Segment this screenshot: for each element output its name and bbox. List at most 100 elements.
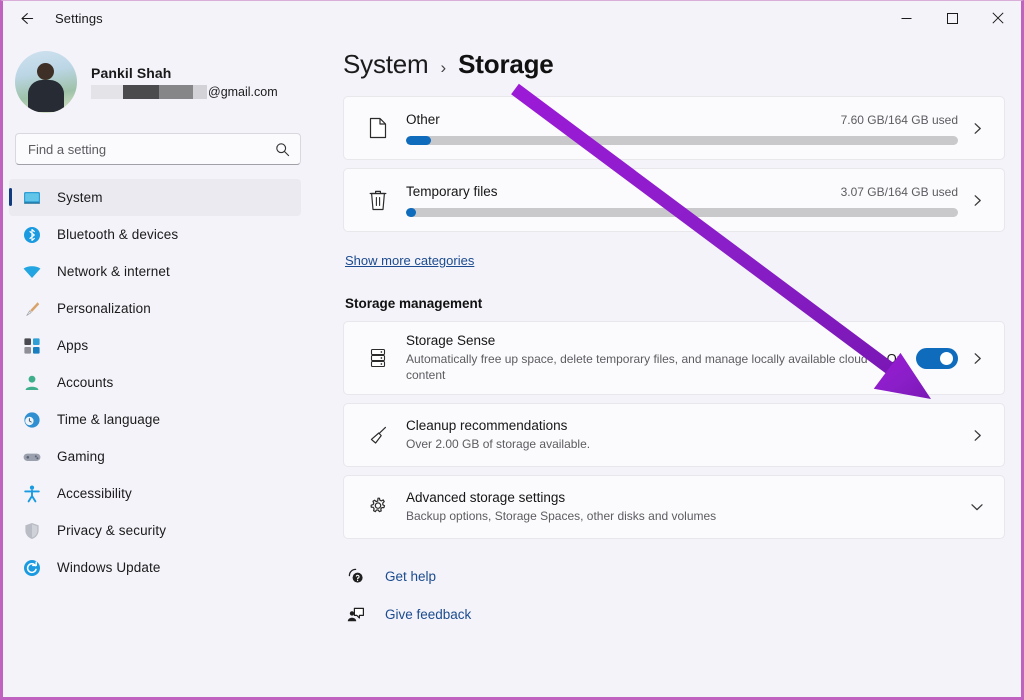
bluetooth-icon xyxy=(21,224,43,246)
sidebar-item-system[interactable]: System xyxy=(9,179,301,216)
sidebar: Pankil Shah @gmail.com Find a setting Sy… xyxy=(3,35,323,697)
apps-icon xyxy=(21,335,43,357)
storage-sense-title: Storage Sense xyxy=(406,333,496,348)
shield-icon xyxy=(21,520,43,542)
monitor-icon xyxy=(21,187,43,209)
storage-usage-bar-fill xyxy=(406,207,417,217)
sidebar-item-label: Bluetooth & devices xyxy=(57,227,179,242)
close-icon xyxy=(992,12,1004,24)
avatar xyxy=(15,51,77,113)
maximize-button[interactable] xyxy=(929,1,975,35)
chevron-right-icon[interactable] xyxy=(964,352,990,365)
sidebar-item-label: Time & language xyxy=(57,412,161,427)
storage-category-temporary-files[interactable]: Temporary files 3.07 GB/164 GB used xyxy=(343,168,1005,232)
sidebar-item-personalization[interactable]: Personalization xyxy=(9,290,301,327)
search-input[interactable] xyxy=(28,141,275,157)
settings-window: Settings Pankil Shah @gmail.com Find a s… xyxy=(0,0,1024,700)
get-help-link[interactable]: Get help xyxy=(343,561,1005,591)
sidebar-item-gaming[interactable]: Gaming xyxy=(9,438,301,475)
drive-stack-icon xyxy=(360,345,396,371)
get-help-label: Get help xyxy=(385,568,437,584)
sidebar-item-label: Gaming xyxy=(57,449,105,464)
sidebar-item-apps[interactable]: Apps xyxy=(9,327,301,364)
chevron-right-icon[interactable] xyxy=(964,194,990,207)
email-redaction-block xyxy=(159,84,193,99)
account-text: Pankil Shah @gmail.com xyxy=(91,65,278,99)
gamepad-icon xyxy=(21,446,43,468)
breadcrumb-parent[interactable]: System xyxy=(343,49,429,80)
storage-category-other[interactable]: Other 7.60 GB/164 GB used xyxy=(343,96,1005,160)
account-block[interactable]: Pankil Shah @gmail.com xyxy=(3,35,323,123)
storage-usage-bar xyxy=(406,135,958,145)
sidebar-item-label: Windows Update xyxy=(57,560,161,575)
storage-sense-card[interactable]: Storage Sense Automatically free up spac… xyxy=(343,321,1005,395)
sidebar-nav: System Bluetooth & devices Network & int… xyxy=(3,179,323,586)
chevron-down-icon[interactable] xyxy=(964,500,990,514)
wifi-icon xyxy=(21,261,43,283)
storage-category-body: Temporary files 3.07 GB/164 GB used xyxy=(406,184,958,217)
give-feedback-link[interactable]: Give feedback xyxy=(343,599,1005,629)
storage-sense-description: Automatically free up space, delete temp… xyxy=(406,352,868,382)
sidebar-item-accounts[interactable]: Accounts xyxy=(9,364,301,401)
main-content: System › Storage Other 7.60 GB/164 GB us… xyxy=(323,35,1021,697)
paintbrush-icon xyxy=(21,298,43,320)
storage-sense-body: Storage Sense Automatically free up spac… xyxy=(406,333,877,383)
sidebar-item-privacy-security[interactable]: Privacy & security xyxy=(9,512,301,549)
advanced-storage-settings-card[interactable]: Advanced storage settings Backup options… xyxy=(343,475,1005,539)
storage-usage-bar xyxy=(406,207,958,217)
person-icon xyxy=(21,372,43,394)
breadcrumb: System › Storage xyxy=(343,35,1005,96)
close-button[interactable] xyxy=(975,1,1021,35)
search-box[interactable] xyxy=(15,133,301,165)
chevron-right-icon[interactable] xyxy=(964,429,990,442)
chevron-right-icon[interactable] xyxy=(964,122,990,135)
back-arrow-icon xyxy=(20,12,33,24)
toggle-knob xyxy=(940,351,953,365)
help-icon xyxy=(343,566,369,586)
page-copy-icon xyxy=(360,115,396,141)
account-email-domain: @gmail.com xyxy=(208,84,278,99)
sidebar-item-windows-update[interactable]: Windows Update xyxy=(9,549,301,586)
trash-icon xyxy=(360,187,396,213)
minimize-button[interactable] xyxy=(883,1,929,35)
bottom-links: Get help Give feedback xyxy=(343,561,1005,629)
sidebar-item-label: Personalization xyxy=(57,301,151,316)
cleanup-recommendations-description: Over 2.00 GB of storage available. xyxy=(406,437,591,451)
storage-category-amount: 3.07 GB/164 GB used xyxy=(840,184,958,199)
window-controls xyxy=(883,1,1021,35)
cleanup-recommendations-body: Cleanup recommendations Over 2.00 GB of … xyxy=(406,418,954,452)
maximize-icon xyxy=(946,12,958,24)
account-email: @gmail.com xyxy=(91,84,278,99)
storage-category-label: Temporary files xyxy=(406,183,498,199)
back-button[interactable] xyxy=(9,3,43,33)
advanced-storage-settings-body: Advanced storage settings Backup options… xyxy=(406,490,954,524)
cleanup-recommendations-card[interactable]: Cleanup recommendations Over 2.00 GB of … xyxy=(343,403,1005,467)
storage-category-label: Other xyxy=(406,111,440,127)
storage-sense-toggle[interactable] xyxy=(916,347,958,369)
show-more-categories-link[interactable]: Show more categories xyxy=(345,253,474,268)
accessibility-icon xyxy=(21,483,43,505)
breadcrumb-separator: › xyxy=(440,58,447,77)
storage-sense-toggle-state: On xyxy=(886,350,904,366)
sidebar-item-label: Network & internet xyxy=(57,264,170,279)
email-redaction-block xyxy=(193,84,207,99)
page-title: Storage xyxy=(458,49,554,79)
feedback-icon xyxy=(343,604,369,624)
sidebar-item-bluetooth-devices[interactable]: Bluetooth & devices xyxy=(9,216,301,253)
storage-category-amount: 7.60 GB/164 GB used xyxy=(840,112,958,127)
sidebar-item-time-language[interactable]: Time & language xyxy=(9,401,301,438)
sidebar-item-label: Accessibility xyxy=(57,486,132,501)
sidebar-item-accessibility[interactable]: Accessibility xyxy=(9,475,301,512)
storage-category-top: Temporary files 3.07 GB/164 GB used xyxy=(406,184,958,199)
section-title-storage-management: Storage management xyxy=(345,296,483,311)
email-redaction-block xyxy=(123,84,159,99)
sidebar-item-network-internet[interactable]: Network & internet xyxy=(9,253,301,290)
advanced-storage-settings-description: Backup options, Storage Spaces, other di… xyxy=(406,509,717,523)
sidebar-item-label: Apps xyxy=(57,338,89,353)
sidebar-item-label: System xyxy=(57,190,103,205)
clock-globe-icon xyxy=(21,409,43,431)
app-title: Settings xyxy=(55,10,103,26)
title-bar: Settings xyxy=(3,1,1021,35)
search-icon xyxy=(275,142,290,157)
update-icon xyxy=(21,557,43,579)
